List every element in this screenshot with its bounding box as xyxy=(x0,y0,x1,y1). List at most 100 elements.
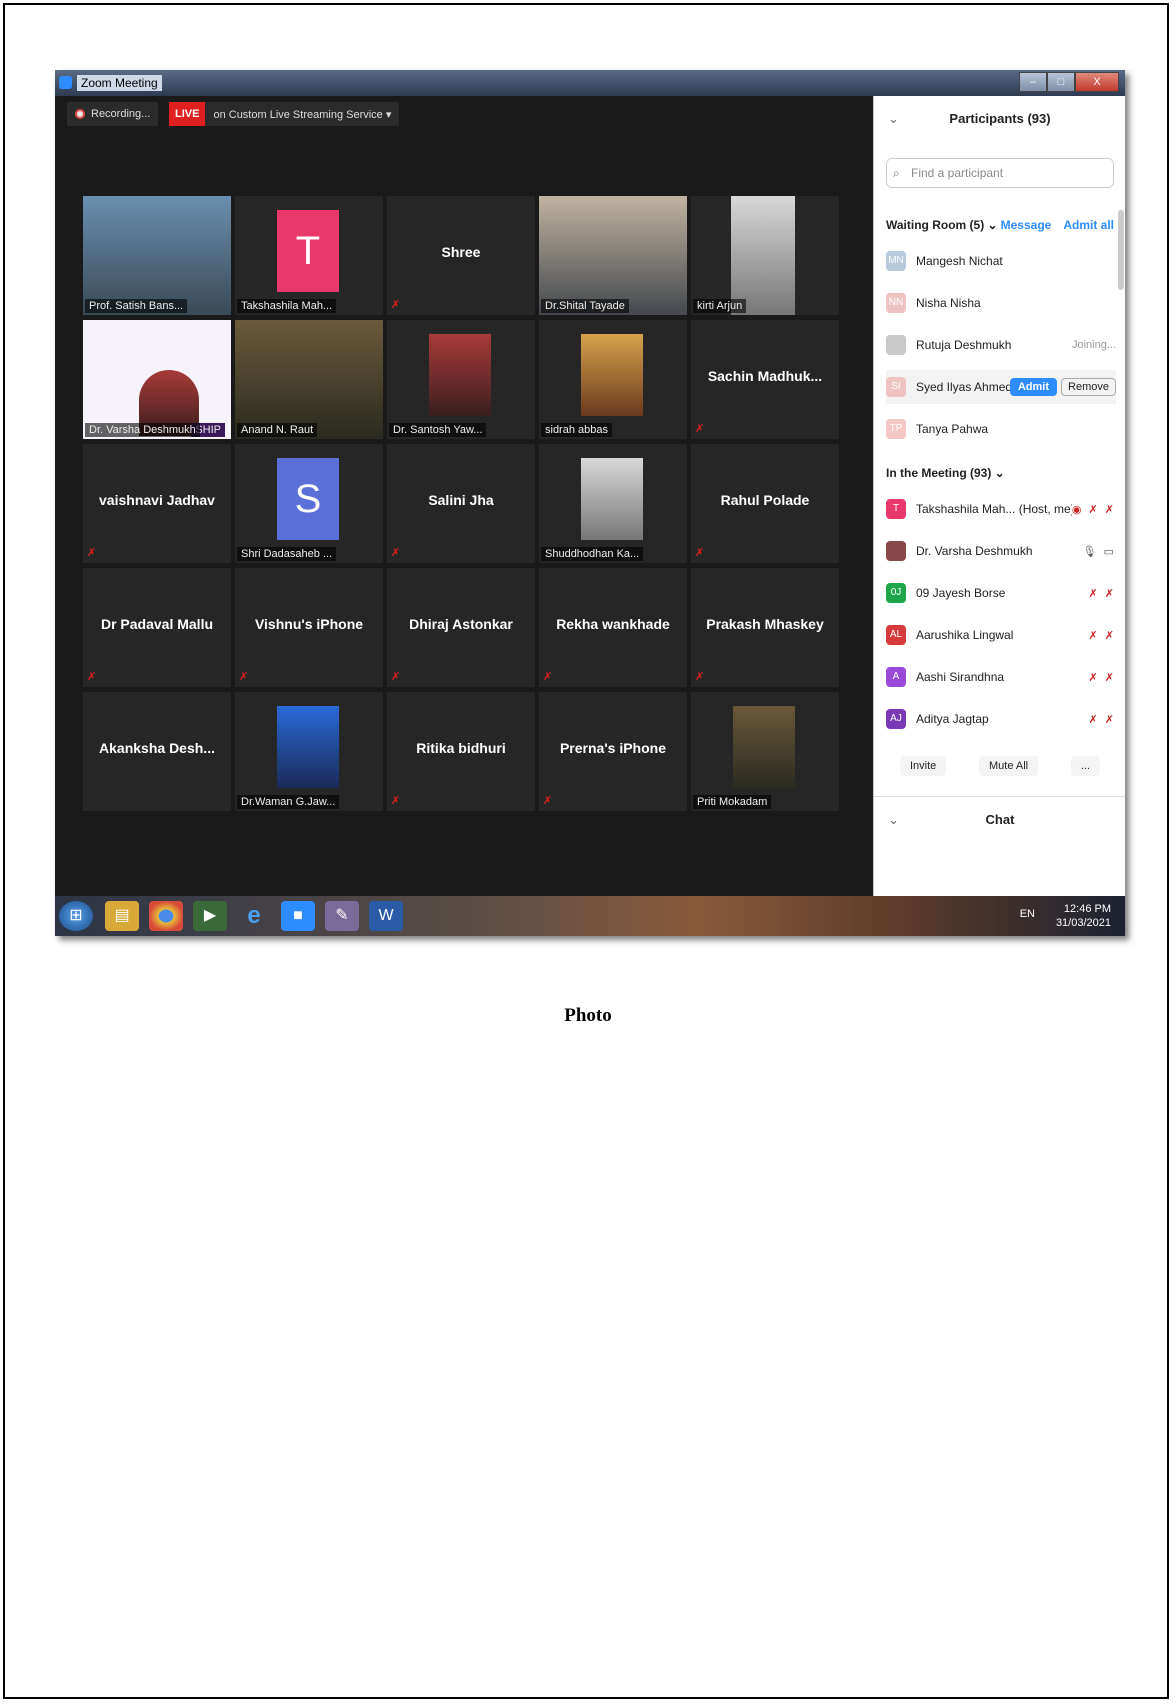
file-explorer-icon[interactable]: ▤ xyxy=(105,901,139,931)
more-button[interactable]: ... xyxy=(1070,756,1100,776)
participant-name: Aditya Jagtap xyxy=(916,712,989,726)
tile-label: sidrah abbas xyxy=(541,423,612,437)
tile-name: vaishnavi Jadhav xyxy=(99,492,215,508)
participant-video xyxy=(539,196,687,315)
window-title: Zoom Meeting xyxy=(77,75,162,91)
internet-explorer-icon[interactable]: e xyxy=(237,901,271,931)
word-icon[interactable]: W xyxy=(369,901,403,931)
participant-search-input[interactable]: ⌕ Find a participant xyxy=(886,158,1114,188)
tile-name: Vishnu's iPhone xyxy=(254,616,364,632)
video-tile[interactable]: Rekha wankhade ✗ xyxy=(539,568,687,687)
video-tile[interactable]: Salini Jha ✗ xyxy=(387,444,535,563)
meeting-participant[interactable]: A Aashi Sirandhna ✗ ✗ xyxy=(886,660,1116,694)
avatar: T xyxy=(886,499,906,519)
waiting-participant[interactable]: TP Tanya Pahwa xyxy=(886,412,1116,446)
video-tile[interactable]: S Shri Dadasaheb ... xyxy=(235,444,383,563)
video-tile[interactable]: Sachin Madhuk... ✗ xyxy=(691,320,839,439)
live-badge: LIVE xyxy=(169,102,206,126)
meeting-participant[interactable]: T Takshashila Mah... (Host, me) ◉ ✗ ✗ xyxy=(886,492,1116,526)
video-tile[interactable]: Akanksha Desh... xyxy=(83,692,231,811)
waiting-participant[interactable]: Rutuja Deshmukh Joining... xyxy=(886,328,1116,362)
participant-name: Aarushika Lingwal xyxy=(916,628,1014,642)
clock-date: 31/03/2021 xyxy=(1055,917,1111,929)
tile-name: Ritika bidhuri xyxy=(416,740,506,756)
tray-clock[interactable]: 12:46 PM 31/03/2021 xyxy=(1056,902,1111,930)
invite-button[interactable]: Invite xyxy=(900,756,947,776)
status-icons: ✗ ✗ xyxy=(1088,587,1116,600)
participant-name: 09 Jayesh Borse xyxy=(916,586,1006,600)
paint-icon[interactable]: ✎ xyxy=(325,901,359,931)
message-link[interactable]: Message xyxy=(1001,218,1052,232)
video-tile[interactable]: Dhiraj Astonkar ✗ xyxy=(387,568,535,687)
video-tile[interactable]: vaishnavi Jadhav ✗ xyxy=(83,444,231,563)
video-tile[interactable]: Vishnu's iPhone ✗ xyxy=(235,568,383,687)
zoom-taskbar-icon[interactable]: ■ xyxy=(281,901,315,931)
avatar: AL xyxy=(886,625,906,645)
zoom-window: Zoom Meeting – □ X Recording... LIVE on … xyxy=(55,70,1125,936)
meeting-participant[interactable]: Dr. Varsha Deshmukh 🎙 ▭ xyxy=(886,534,1116,568)
video-tile[interactable]: Dr.Waman G.Jaw... xyxy=(235,692,383,811)
windows-taskbar: ⊞ ▤ ▶ e ■ ✎ W EN 12:46 PM 31/03/2021 xyxy=(55,896,1125,936)
admit-button[interactable]: Admit xyxy=(1009,378,1058,396)
tile-label: kirti Arjun xyxy=(693,299,747,313)
participant-grid: Prof. Satish Bans... T Takshashila Mah...… xyxy=(83,196,839,811)
video-tile[interactable]: Shuddhodhan Ka... xyxy=(539,444,687,563)
tile-name: Salini Jha xyxy=(428,492,494,508)
video-tile[interactable]: T Takshashila Mah... xyxy=(235,196,383,315)
participant-video xyxy=(277,706,339,788)
chat-header[interactable]: ⌄ Chat xyxy=(874,796,1125,843)
muted-mic-icon: ✗ xyxy=(87,671,97,683)
media-player-icon[interactable]: ▶ xyxy=(193,901,227,931)
waiting-participant[interactable]: NN Nisha Nisha xyxy=(886,286,1116,320)
tile-name: Prakash Mhaskey xyxy=(706,616,824,632)
video-tile[interactable]: Rahul Polade ✗ xyxy=(691,444,839,563)
chevron-down-icon[interactable]: ⌄ xyxy=(888,797,899,843)
waiting-room-header[interactable]: Waiting Room (5) ⌄ xyxy=(886,218,998,232)
muted-mic-icon: ✗ xyxy=(695,423,705,435)
maximize-button[interactable]: □ xyxy=(1047,72,1075,92)
live-stream-indicator[interactable]: LIVE on Custom Live Streaming Service ▾ xyxy=(169,102,400,126)
video-tile[interactable]: Ritika bidhuri ✗ xyxy=(387,692,535,811)
chevron-down-icon[interactable]: ⌄ xyxy=(888,96,899,142)
minimize-button[interactable]: – xyxy=(1019,72,1047,92)
video-tile[interactable]: Priti Mokadam xyxy=(691,692,839,811)
video-tile[interactable]: Prakash Mhaskey ✗ xyxy=(691,568,839,687)
tray-language[interactable]: EN xyxy=(1020,908,1035,920)
video-tile[interactable]: Dr Padaval Mallu ✗ xyxy=(83,568,231,687)
chrome-icon[interactable] xyxy=(149,901,183,931)
panel-scrollbar[interactable] xyxy=(1118,210,1124,290)
video-tile[interactable]: Shree ✗ xyxy=(387,196,535,315)
participant-name: Nisha Nisha xyxy=(916,296,981,310)
mute-all-button[interactable]: Mute All xyxy=(978,756,1039,776)
muted-mic-icon: ✗ xyxy=(87,547,97,559)
video-tile-active-speaker[interactable]: SHIP Dr. Varsha Deshmukh xyxy=(83,320,231,439)
video-tile[interactable]: Dr. Santosh Yaw... xyxy=(387,320,535,439)
video-tile[interactable]: sidrah abbas xyxy=(539,320,687,439)
participant-video xyxy=(581,334,643,416)
tile-label: Shuddhodhan Ka... xyxy=(541,547,644,561)
participant-avatar: S xyxy=(277,458,339,540)
participant-name: Syed Ilyas Ahmed xyxy=(916,380,1010,394)
waiting-room-actions: Message Admit all xyxy=(1001,218,1114,232)
close-button[interactable]: X xyxy=(1075,72,1119,92)
video-tile[interactable]: Dr.Shital Tayade xyxy=(539,196,687,315)
meeting-participant[interactable]: AL Aarushika Lingwal ✗ ✗ xyxy=(886,618,1116,652)
participant-video xyxy=(83,196,231,315)
in-meeting-header[interactable]: In the Meeting (93) ⌄ xyxy=(886,466,1005,480)
video-tile[interactable]: kirti Arjun xyxy=(691,196,839,315)
waiting-participant[interactable]: MN Mangesh Nichat xyxy=(886,244,1116,278)
participant-name: Takshashila Mah... (Host, me) xyxy=(916,502,1072,516)
remove-button[interactable]: Remove xyxy=(1061,378,1116,396)
avatar: AJ xyxy=(886,709,906,729)
video-tile[interactable]: Prof. Satish Bans... xyxy=(83,196,231,315)
participant-video xyxy=(235,320,383,439)
recording-indicator[interactable]: Recording... xyxy=(67,102,159,126)
meeting-participant[interactable]: 0J 09 Jayesh Borse ✗ ✗ xyxy=(886,576,1116,610)
video-tile[interactable]: Anand N. Raut xyxy=(235,320,383,439)
start-button-icon[interactable]: ⊞ xyxy=(59,901,93,931)
meeting-participant[interactable]: AJ Aditya Jagtap ✗ ✗ xyxy=(886,702,1116,736)
tile-name: Shree xyxy=(441,244,481,260)
admit-all-link[interactable]: Admit all xyxy=(1063,218,1114,232)
waiting-participant[interactable]: SI Syed Ilyas Ahmed Admit Remove xyxy=(886,370,1116,404)
video-tile[interactable]: Prerna's iPhone ✗ xyxy=(539,692,687,811)
